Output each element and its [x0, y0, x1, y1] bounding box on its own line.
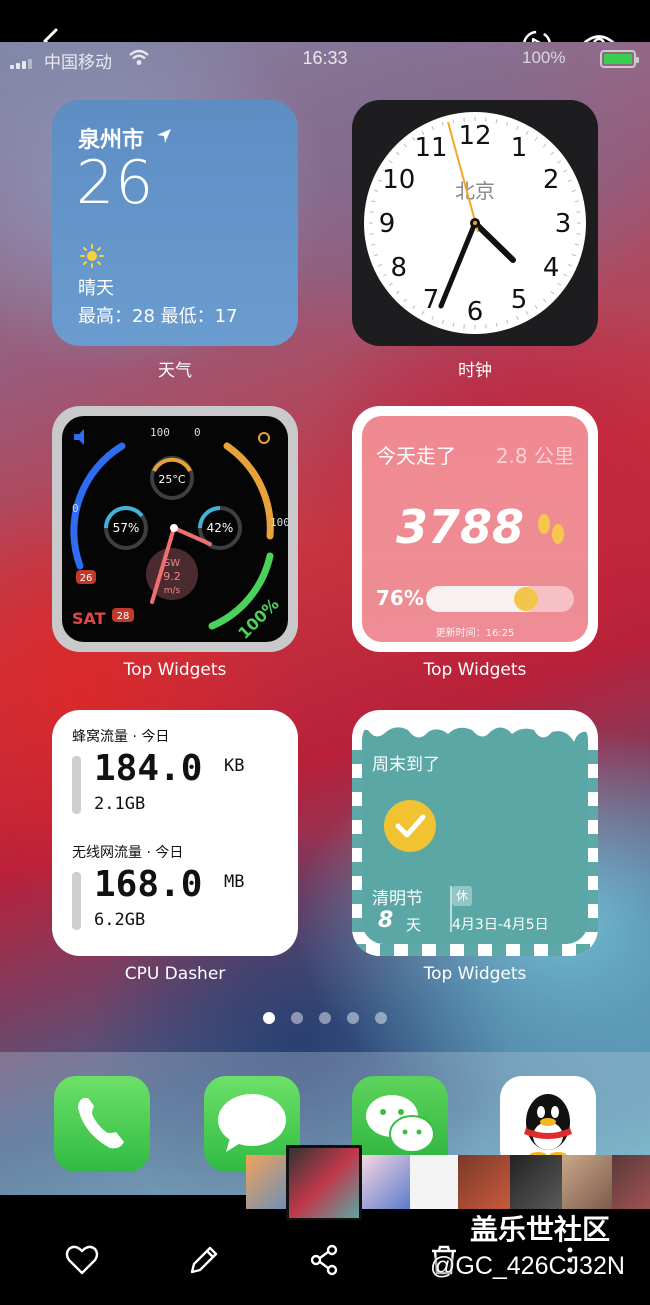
weather-temperature: 26 — [76, 148, 155, 218]
battery-percent: 100% — [522, 48, 566, 67]
brightness-icon — [258, 432, 270, 444]
clock-number: 5 — [511, 285, 528, 315]
thumbnail[interactable] — [510, 1155, 562, 1209]
weather-widget[interactable]: 泉州市 26 晴天 最高：28 最低：17 — [52, 100, 298, 346]
page-dot[interactable] — [319, 1012, 331, 1024]
watch-right-num: 100 — [270, 516, 288, 529]
volume-icon — [74, 429, 84, 445]
watch-left-pct: 57% — [113, 521, 140, 535]
holiday-days: 8 — [378, 908, 394, 933]
watch-date-num: 28 — [117, 611, 130, 622]
page-indicator[interactable] — [0, 1012, 650, 1024]
page-dot[interactable] — [291, 1012, 303, 1024]
clock-number: 10 — [382, 165, 415, 195]
footprints-icon — [538, 514, 564, 544]
watch-widget-label: Top Widgets — [123, 660, 227, 680]
weather-range: 最高：28 最低：17 — [78, 306, 238, 327]
status-bar: 中国移动 16:33 100% — [0, 42, 650, 76]
weather-condition: 晴天 — [78, 278, 114, 299]
clock-number: 2 — [543, 165, 560, 195]
weather-widget-label: 天气 — [158, 361, 192, 381]
holiday-name: 清明节 — [372, 889, 423, 909]
checkmark-icon — [384, 800, 436, 852]
battery-icon — [600, 50, 639, 68]
location-arrow-icon — [157, 129, 171, 143]
watch-face-widget[interactable]: 100 0 0 100 25°C 57% 42% SW 9.2 m/s 26 S… — [52, 406, 298, 652]
thumbnail[interactable] — [362, 1155, 414, 1209]
watch-left-num: 0 — [72, 502, 79, 515]
runner-icon — [514, 587, 538, 611]
watch-temp: 25°C — [158, 473, 185, 486]
viewer-top-bar — [0, 0, 650, 60]
clock-city: 北京 — [455, 179, 495, 203]
holiday-widget[interactable]: 周末到了 清明节 8 天 休 4月3日-4月5日 — [352, 710, 598, 956]
clock-number: 7 — [423, 285, 440, 315]
watermark-user: @GC_426CJ32N — [430, 1252, 625, 1280]
thumbnail[interactable] — [562, 1155, 614, 1209]
holiday-badge: 休 — [452, 886, 472, 906]
clock-number: 6 — [467, 297, 484, 327]
cpu-widget-label: CPU Dasher — [124, 964, 226, 984]
clock-number: 8 — [391, 253, 408, 283]
data-usage-widget[interactable]: 蜂窝流量 · 今日 184.0 KB 2.1GB 无线网流量 · 今日 168.… — [52, 710, 298, 956]
share-icon[interactable] — [306, 1242, 342, 1278]
heart-icon[interactable] — [64, 1242, 100, 1278]
watch-top-right: 0 — [194, 426, 201, 439]
clock-number: 1 — [511, 133, 528, 163]
steps-updated: 更新时间：16:25 — [435, 628, 515, 639]
clock-widget-label: 时钟 — [458, 361, 492, 381]
steps-card: 今天走了 2.8 公里 3788 76% 更新时间：16:25 — [362, 416, 588, 642]
steps-widget-label: Top Widgets — [423, 660, 527, 680]
wifi-total: 6.2GB — [94, 910, 146, 930]
watch-wind-unit: m/s — [164, 586, 181, 596]
watch-weekday: SAT — [72, 609, 106, 628]
edit-icon[interactable] — [186, 1242, 222, 1278]
holiday-days-unit: 天 — [406, 916, 422, 934]
wifi-value: 168.0 — [94, 864, 203, 905]
holiday-title: 周末到了 — [372, 755, 440, 775]
clock-number: 12 — [458, 121, 491, 151]
watch-wind-speed: 9.2 — [163, 570, 181, 583]
watch-face: 100 0 0 100 25°C 57% 42% SW 9.2 m/s 26 S… — [62, 416, 288, 642]
watch-right-pct: 42% — [207, 521, 234, 535]
clock-number: 11 — [414, 133, 447, 163]
thumbnail[interactable] — [612, 1155, 650, 1209]
home-screen: 中国移动 16:33 100% 泉州市 26 晴天 最高：28 最低：17 天气 — [0, 42, 650, 1195]
cellular-header: 蜂窝流量 · 今日 — [72, 729, 170, 745]
wifi-unit: MB — [224, 872, 245, 892]
steps-title: 今天走了 — [376, 444, 456, 468]
watch-day-num: 26 — [80, 573, 93, 584]
steps-progress-bar — [426, 586, 574, 612]
page-dot[interactable] — [375, 1012, 387, 1024]
cellular-total: 2.1GB — [94, 794, 146, 814]
steps-widget[interactable]: 今天走了 2.8 公里 3788 76% 更新时间：16:25 — [352, 406, 598, 652]
holiday-widget-label: Top Widgets — [423, 964, 527, 984]
page-dot[interactable] — [263, 1012, 275, 1024]
thumbnail[interactable] — [458, 1155, 510, 1209]
clock-number: 4 — [543, 253, 560, 283]
clock-number: 3 — [555, 209, 572, 239]
cellular-section: 蜂窝流量 · 今日 184.0 KB 2.1GB — [72, 726, 244, 814]
sun-icon — [80, 244, 104, 268]
holiday-dates: 4月3日-4月5日 — [452, 917, 549, 933]
cellular-value: 184.0 — [94, 748, 203, 789]
analog-clock: 12 12 3 45678 9 1011 北京 — [364, 112, 586, 334]
steps-distance: 2.8 公里 — [495, 444, 574, 468]
page-dot[interactable] — [347, 1012, 359, 1024]
wifi-header: 无线网流量 · 今日 — [72, 845, 184, 861]
steps-percent: 76% — [376, 586, 424, 610]
holiday-card: 周末到了 清明节 8 天 休 4月3日-4月5日 — [362, 718, 588, 944]
wifi-section: 无线网流量 · 今日 168.0 MB 6.2GB — [72, 842, 244, 930]
cellular-unit: KB — [224, 756, 245, 776]
watermark-site: 盖乐世社区 — [470, 1213, 611, 1246]
steps-count: 3788 — [396, 500, 525, 554]
snow-decoration — [362, 718, 588, 742]
watch-top-left: 100 — [150, 426, 170, 439]
thumbnail[interactable] — [410, 1155, 462, 1209]
clock-widget[interactable]: 12 1 2 3 4 5 6 7 8 9 10 11 北京 — [352, 100, 598, 346]
thumbnail-selected[interactable] — [286, 1145, 362, 1221]
clock-number: 9 — [379, 209, 396, 239]
